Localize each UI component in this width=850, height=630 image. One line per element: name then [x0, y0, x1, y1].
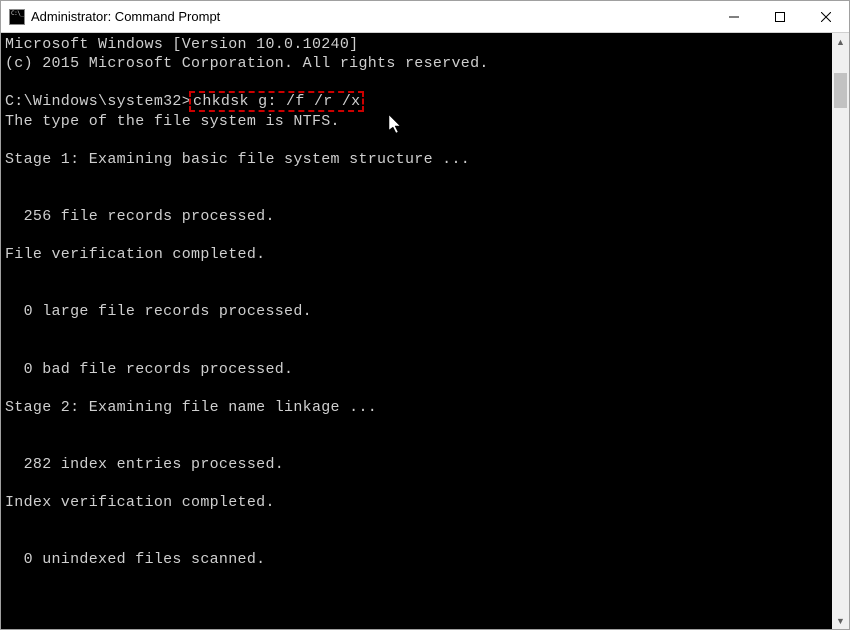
output-line: 256 file records processed.	[5, 207, 828, 226]
command-prompt-window: Administrator: Command Prompt Microsoft …	[0, 0, 850, 630]
console-area: Microsoft Windows [Version 10.0.10240](c…	[1, 33, 849, 629]
vertical-scrollbar[interactable]: ▲ ▼	[832, 33, 849, 629]
output-line: The type of the file system is NTFS.	[5, 112, 828, 131]
titlebar[interactable]: Administrator: Command Prompt	[1, 1, 849, 33]
output-line: File verification completed.	[5, 245, 828, 264]
scroll-up-button[interactable]: ▲	[832, 33, 849, 50]
cmd-icon	[9, 9, 25, 25]
typed-command: chkdsk g: /f /r /x	[193, 93, 360, 110]
output-line: Stage 2: Examining file name linkage ...	[5, 398, 828, 417]
minimize-button[interactable]	[711, 1, 757, 32]
output-line: Stage 1: Examining basic file system str…	[5, 150, 828, 169]
minimize-icon	[729, 12, 739, 22]
window-title: Administrator: Command Prompt	[31, 9, 711, 24]
maximize-button[interactable]	[757, 1, 803, 32]
banner-line: Microsoft Windows [Version 10.0.10240]	[5, 35, 828, 54]
close-icon	[821, 12, 831, 22]
output-line: 0 unindexed files scanned.	[5, 550, 828, 569]
prompt: C:\Windows\system32>	[5, 93, 191, 110]
output-line: 0 bad file records processed.	[5, 360, 828, 379]
close-button[interactable]	[803, 1, 849, 32]
scroll-down-button[interactable]: ▼	[832, 612, 849, 629]
window-controls	[711, 1, 849, 32]
banner-line: (c) 2015 Microsoft Corporation. All righ…	[5, 54, 828, 73]
scroll-thumb[interactable]	[834, 73, 847, 108]
output-line: 0 large file records processed.	[5, 302, 828, 321]
console-output[interactable]: Microsoft Windows [Version 10.0.10240](c…	[1, 33, 832, 629]
output-line: Index verification completed.	[5, 493, 828, 512]
output-line: 282 index entries processed.	[5, 455, 828, 474]
command-highlight: chkdsk g: /f /r /x	[189, 91, 364, 112]
maximize-icon	[775, 12, 785, 22]
